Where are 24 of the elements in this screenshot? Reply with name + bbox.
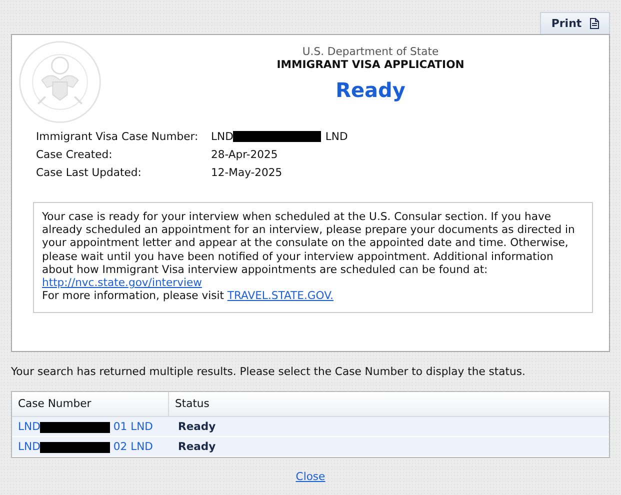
application-title: IMMIGRANT VISA APPLICATION <box>276 58 466 71</box>
info-label: Immigrant Visa Case Number: <box>36 129 200 144</box>
message-text: Your case is ready for your interview when scheduled at the U.S. Consular section. If you have already scheduled an appointment for an interview, please prepare your documents as directed in your appointment letter and appear at the consulate on the appointed date and time. Otherwise, please wait until you have been notified of your interview appointment. Additional information about how Immigrant Visa interview appointments are scheduled can be found at: <box>42 210 576 276</box>
document-icon <box>590 18 599 29</box>
agency-name: U.S. Department of State <box>301 45 440 58</box>
close-link[interactable]: Close <box>296 470 326 483</box>
print-button[interactable]: Print <box>540 12 610 34</box>
results-note: Your search has returned multiple results. Please select the Case Number to display the status. <box>11 365 526 379</box>
info-value: 12-May-2025 <box>211 165 282 180</box>
case-number-link[interactable]: LND 02 LND <box>12 437 168 456</box>
travel-link[interactable]: TRAVEL.STATE.GOV. <box>227 289 334 302</box>
status-cell-text: Ready <box>177 419 217 435</box>
interview-link[interactable]: http://nvc.state.gov/interview <box>42 276 202 290</box>
info-label: Case Last Updated: <box>36 165 142 180</box>
info-label: Case Created: <box>36 147 114 162</box>
status-heading: Ready <box>334 77 406 103</box>
info-value: LND <box>211 129 234 144</box>
column-header: Case Number <box>12 392 169 416</box>
info-value: LND <box>325 129 348 144</box>
info-value: 28-Apr-2025 <box>211 147 278 162</box>
more-info-text: For more information, please visit TRAVEL.STATE.GOV. <box>42 289 334 302</box>
case-number-link[interactable]: LND 01 LND <box>12 417 168 436</box>
column-header: Status <box>174 396 210 412</box>
status-cell-text: Ready <box>177 439 217 455</box>
